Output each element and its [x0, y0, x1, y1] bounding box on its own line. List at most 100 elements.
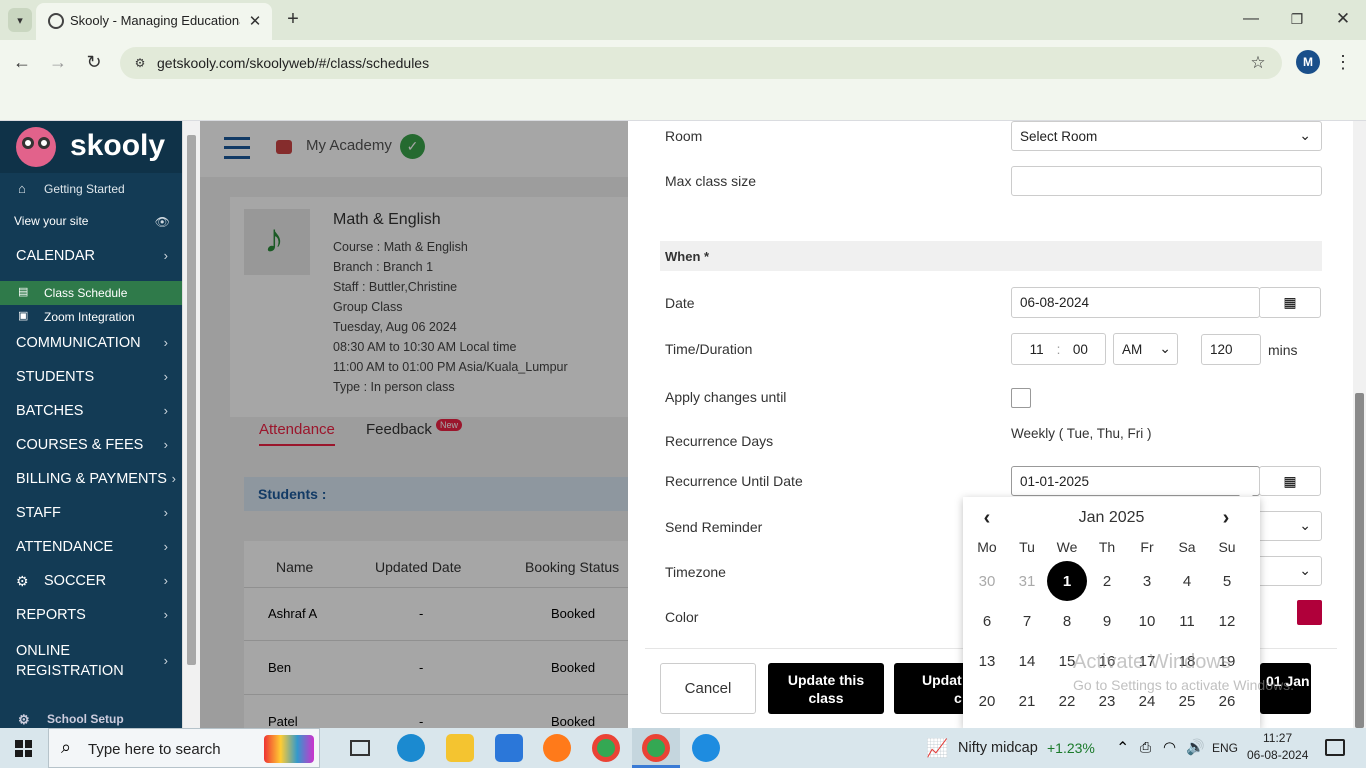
calendar-day[interactable]: 10 [1127, 601, 1167, 641]
calendar-day[interactable]: 7 [1007, 601, 1047, 641]
calendar-icon: ▤ [18, 286, 29, 298]
date-input[interactable]: 06-08-2024 [1011, 287, 1260, 318]
notifications-icon[interactable] [1325, 739, 1345, 756]
calendar-day[interactable]: 21 [1007, 681, 1047, 721]
panel-scrollbar[interactable] [1353, 121, 1366, 728]
close-window-icon[interactable]: ✕ [1332, 8, 1354, 30]
calendar-day-outside-month[interactable]: 31 [1007, 561, 1047, 601]
sidebar-item-school-setup[interactable]: ⚙ School Setup [0, 712, 182, 727]
sidebar-item-getting-started[interactable]: ⌂ Getting Started [0, 181, 182, 196]
task-view-icon[interactable] [350, 740, 370, 756]
site-info-icon[interactable]: ⚙ [132, 55, 148, 71]
back-icon[interactable]: ← [10, 50, 34, 74]
clock-date[interactable]: 06-08-2024 [1247, 748, 1308, 762]
windows-start-icon[interactable] [15, 740, 32, 757]
calendar-day-outside-month[interactable]: 30 [967, 561, 1007, 601]
calendar-day[interactable]: 3 [1127, 561, 1167, 601]
restore-icon[interactable]: ❐ [1286, 8, 1308, 30]
chevron-right-icon: › [163, 505, 168, 520]
edge-icon[interactable] [397, 734, 425, 762]
max-class-size-input[interactable] [1011, 166, 1322, 196]
chevron-right-icon: › [163, 573, 168, 588]
minute-input[interactable]: 00 [1068, 342, 1092, 357]
sidebar-item-students[interactable]: STUDENTS › [0, 369, 182, 385]
sidebar-item-billing[interactable]: BILLING & PAYMENTS › [0, 471, 182, 487]
recurrence-until-label: Recurrence Until Date [665, 473, 803, 489]
search-highlight-icon [264, 735, 314, 763]
sidebar-item-reports[interactable]: REPORTS › [0, 607, 182, 623]
sidebar-item-attendance[interactable]: ATTENDANCE › [0, 539, 182, 555]
calendar-day[interactable]: 6 [967, 601, 1007, 641]
room-select[interactable]: Select Room ⌄ [1011, 121, 1322, 151]
ampm-select[interactable]: AM ⌄ [1113, 333, 1178, 365]
close-tab-icon[interactable]: ✕ [246, 12, 264, 30]
firefox-icon[interactable] [543, 734, 571, 762]
update-following-button[interactable]: Updat c [894, 663, 974, 714]
calendar-day[interactable]: 8 [1047, 601, 1087, 641]
recurrence-calendar-button[interactable]: ▦ [1259, 466, 1321, 496]
calendar-day[interactable]: 2 [1087, 561, 1127, 601]
calendar-day[interactable]: 4 [1167, 561, 1207, 601]
calendar-day-selected[interactable]: 1 [1047, 561, 1087, 601]
calendar-day[interactable]: 11 [1167, 601, 1207, 641]
sidebar: skooly ⌂ Getting Started View your site … [0, 121, 182, 728]
recurrence-until-input[interactable]: 01-01-2025 [1011, 466, 1260, 496]
profile-avatar[interactable]: M [1296, 50, 1320, 74]
date-calendar-button[interactable]: ▦ [1259, 287, 1321, 318]
activation-watermark-text: Go to Settings to activate Windows. [1073, 677, 1294, 693]
address-bar[interactable]: ⚙ getskooly.com/skoolyweb/#/class/schedu… [120, 47, 1282, 79]
calendar-day[interactable]: 12 [1207, 601, 1247, 641]
minimize-icon[interactable]: — [1240, 8, 1262, 30]
wifi-icon[interactable]: ◠ [1163, 738, 1176, 756]
bookmark-star-icon[interactable]: ☆ [1248, 53, 1268, 73]
chrome-icon[interactable] [592, 734, 620, 762]
volume-icon[interactable]: 🔊 [1186, 738, 1205, 756]
sidebar-item-zoom[interactable]: ▣ Zoom Integration [0, 310, 182, 324]
menu-kebab-icon[interactable]: ⋮ [1333, 50, 1353, 74]
network-icon[interactable]: ⎙ [1140, 739, 1151, 756]
sidebar-item-calendar[interactable]: CALENDAR › [0, 248, 182, 264]
sidebar-item-soccer[interactable]: ⚙ SOCCER › [0, 573, 182, 589]
chevron-right-icon: › [163, 248, 168, 263]
panel-scroll-thumb[interactable] [1355, 393, 1364, 728]
stock-name[interactable]: Nifty midcap [958, 740, 1038, 756]
time-duration-label: Time/Duration [665, 341, 753, 357]
forward-icon[interactable]: → [46, 50, 70, 74]
cancel-button[interactable]: Cancel [660, 663, 756, 714]
sidebar-logo[interactable]: skooly [0, 121, 182, 173]
duration-input[interactable]: 120 [1201, 334, 1261, 365]
calendar-day[interactable]: 14 [1007, 641, 1047, 681]
skype-icon[interactable] [692, 734, 720, 762]
calendar-day[interactable]: 9 [1087, 601, 1127, 641]
reload-icon[interactable]: ↻ [82, 50, 106, 74]
next-month-icon[interactable]: › [1216, 507, 1236, 529]
tab-search-icon[interactable]: ▾ [8, 8, 32, 32]
modal-backdrop[interactable] [200, 121, 628, 728]
sidebar-item-online-registration[interactable]: ONLINE REGISTRATION › [0, 641, 182, 681]
new-tab-icon[interactable]: + [282, 8, 304, 30]
sidebar-scrollbar[interactable] [182, 121, 200, 728]
mail-icon[interactable] [495, 734, 523, 762]
apply-changes-checkbox[interactable] [1011, 388, 1031, 408]
sidebar-item-batches[interactable]: BATCHES › [0, 403, 182, 419]
language-indicator[interactable]: ENG [1212, 741, 1238, 755]
calendar-day[interactable]: 20 [967, 681, 1007, 721]
calendar-day[interactable]: 13 [967, 641, 1007, 681]
clock-time[interactable]: 11:27 [1263, 731, 1292, 745]
calendar-day[interactable]: 5 [1207, 561, 1247, 601]
sidebar-item-communication[interactable]: COMMUNICATION › [0, 335, 182, 351]
sidebar-item-class-schedule[interactable]: ▤ Class Schedule [0, 281, 182, 305]
chrome-active-taskbar-item[interactable] [632, 728, 680, 768]
sidebar-scroll-thumb[interactable] [187, 135, 196, 665]
tray-chevron-up-icon[interactable]: ⌃ [1116, 738, 1129, 758]
hour-input[interactable]: 11 [1025, 342, 1049, 357]
browser-tab[interactable]: Skooly - Managing Educational ✕ [36, 3, 272, 40]
file-explorer-icon[interactable] [446, 734, 474, 762]
color-swatch[interactable] [1297, 600, 1322, 625]
taskbar-search[interactable]: ⌕ Type here to search [48, 728, 320, 768]
update-this-class-button[interactable]: Update this class [768, 663, 884, 714]
sidebar-item-staff[interactable]: STAFF › [0, 505, 182, 521]
sidebar-item-courses-fees[interactable]: COURSES & FEES › [0, 437, 182, 453]
time-input[interactable]: 11 : 00 [1011, 333, 1106, 365]
sidebar-item-view-site[interactable]: View your site 👁 [0, 214, 182, 229]
